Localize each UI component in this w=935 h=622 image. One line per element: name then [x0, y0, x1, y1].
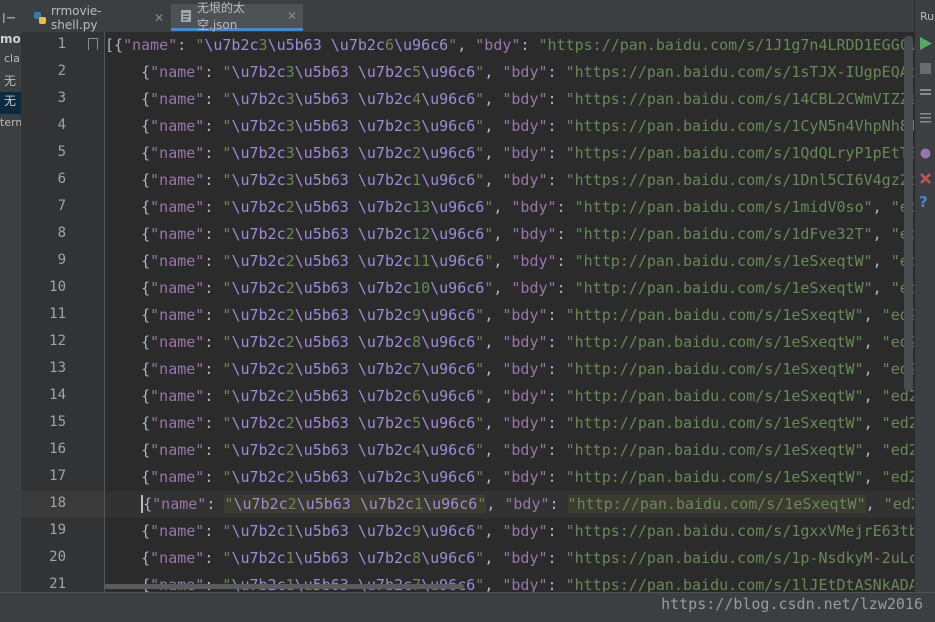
run-icon[interactable] [917, 35, 934, 52]
code-line[interactable]: {"name": "\u7b2c1\u5b63 \u7b2c7\u96c6", … [105, 572, 914, 592]
code-line[interactable]: {"name": "\u7b2c3\u5b63 \u7b2c1\u96c6", … [105, 167, 914, 194]
tree-item-file-selected[interactable]: 无 [0, 92, 21, 114]
line-number: 6 [57, 171, 66, 187]
code-editor[interactable]: [{"name": "\u7b2c3\u5b63 \u7b2c6\u96c6",… [105, 32, 914, 592]
watermark: https://blog.csdn.net/lzw2016 [661, 595, 923, 613]
project-tool-window[interactable]: mo cla 无 无 term [0, 0, 22, 621]
code-line[interactable]: {"name": "\u7b2c2\u5b63 \u7b2c13\u96c6",… [105, 194, 914, 221]
code-line[interactable]: {"name": "\u7b2c2\u5b63 \u7b2c6\u96c6", … [105, 383, 914, 410]
tree-item-external[interactable]: term [0, 116, 21, 129]
line-number: 11 [49, 306, 66, 322]
line-number: 1 [57, 36, 66, 52]
line-number: 17 [49, 468, 66, 484]
collapse-icon[interactable] [3, 8, 15, 23]
editor-tab-bar: rrmovie- shell.py ✕ 无垠的太空.json ✕ [21, 0, 914, 33]
run-tool-window[interactable]: Ru ? [914, 0, 935, 621]
help-icon[interactable]: ? [919, 193, 928, 211]
code-line[interactable]: {"name": "\u7b2c3\u5b63 \u7b2c4\u96c6", … [105, 86, 914, 113]
tab-json-file[interactable]: 无垠的太空.json ✕ [171, 1, 303, 32]
run-panel-label: Ru [920, 10, 935, 23]
tree-item-file-1[interactable]: 无 [4, 72, 16, 89]
line-number: 12 [49, 333, 66, 349]
tree-item-classes[interactable]: cla [4, 52, 20, 65]
code-line[interactable]: {"name": "\u7b2c3\u5b63 \u7b2c3\u96c6", … [105, 113, 914, 140]
line-number: 14 [49, 387, 66, 403]
line-number: 21 [49, 576, 66, 592]
line-number: 3 [57, 90, 66, 106]
line-number: 20 [49, 549, 66, 565]
fold-marker-icon[interactable] [88, 38, 98, 50]
soft-wrap-icon[interactable] [917, 110, 934, 127]
code-line-current[interactable]: {"name": "\u7b2c2\u5b63 \u7b2c1\u96c6", … [105, 491, 914, 518]
tab-shell-py[interactable]: rrmovie- shell.py ✕ [25, 3, 170, 32]
line-number: 7 [57, 198, 66, 214]
close-tab-icon[interactable]: ✕ [154, 11, 164, 25]
line-number: 18 [49, 495, 66, 511]
tab-label: 无垠的太空.json [197, 1, 246, 32]
code-line[interactable]: {"name": "\u7b2c2\u5b63 \u7b2c9\u96c6", … [105, 302, 914, 329]
python-file-icon [33, 11, 47, 25]
rerun-icon[interactable] [917, 85, 934, 102]
debug-icon[interactable] [917, 145, 934, 162]
code-line[interactable]: {"name": "\u7b2c2\u5b63 \u7b2c4\u96c6", … [105, 437, 914, 464]
scrollbar-thumb[interactable] [904, 36, 913, 391]
code-line[interactable]: {"name": "\u7b2c2\u5b63 \u7b2c5\u96c6", … [105, 410, 914, 437]
line-number: 15 [49, 414, 66, 430]
code-line[interactable]: {"name": "\u7b2c2\u5b63 \u7b2c7\u96c6", … [105, 356, 914, 383]
line-number-gutter[interactable]: 1 2 3 4 5 6 7 8 9 10 11 12 13 14 15 16 17 18 19 20 21 [21, 32, 105, 592]
code-line[interactable]: {"name": "\u7b2c3\u5b63 \u7b2c5\u96c6", … [105, 59, 914, 86]
close-icon[interactable] [917, 170, 934, 187]
code-line[interactable]: {"name": "\u7b2c2\u5b63 \u7b2c10\u96c6",… [105, 275, 914, 302]
line-number: 2 [57, 63, 66, 79]
code-line[interactable]: {"name": "\u7b2c1\u5b63 \u7b2c9\u96c6", … [105, 518, 914, 545]
code-line[interactable]: {"name": "\u7b2c2\u5b63 \u7b2c8\u96c6", … [105, 329, 914, 356]
close-tab-icon[interactable]: ✕ [287, 9, 297, 23]
code-line[interactable]: {"name": "\u7b2c2\u5b63 \u7b2c11\u96c6",… [105, 248, 914, 275]
line-number: 19 [49, 522, 66, 538]
code-line[interactable]: {"name": "\u7b2c3\u5b63 \u7b2c2\u96c6", … [105, 140, 914, 167]
line-number: 8 [57, 225, 66, 241]
line-number: 9 [57, 252, 66, 268]
line-number: 16 [49, 441, 66, 457]
project-root-label[interactable]: mo [0, 32, 21, 46]
line-number: 4 [57, 117, 66, 133]
json-file-icon [179, 9, 193, 23]
line-number: 13 [49, 360, 66, 376]
code-line[interactable]: [{"name": "\u7b2c3\u5b63 \u7b2c6\u96c6",… [105, 32, 914, 59]
line-number: 5 [57, 144, 66, 160]
code-line[interactable]: {"name": "\u7b2c2\u5b63 \u7b2c12\u96c6",… [105, 221, 914, 248]
vertical-scrollbar[interactable] [904, 36, 913, 592]
stop-icon[interactable] [917, 60, 934, 77]
horizontal-scrollbar-thumb[interactable] [104, 584, 464, 589]
code-line[interactable]: {"name": "\u7b2c2\u5b63 \u7b2c3\u96c6", … [105, 464, 914, 491]
tab-label: rrmovie- shell.py [51, 3, 102, 32]
line-number: 10 [49, 279, 66, 295]
code-line[interactable]: {"name": "\u7b2c1\u5b63 \u7b2c8\u96c6", … [105, 545, 914, 572]
